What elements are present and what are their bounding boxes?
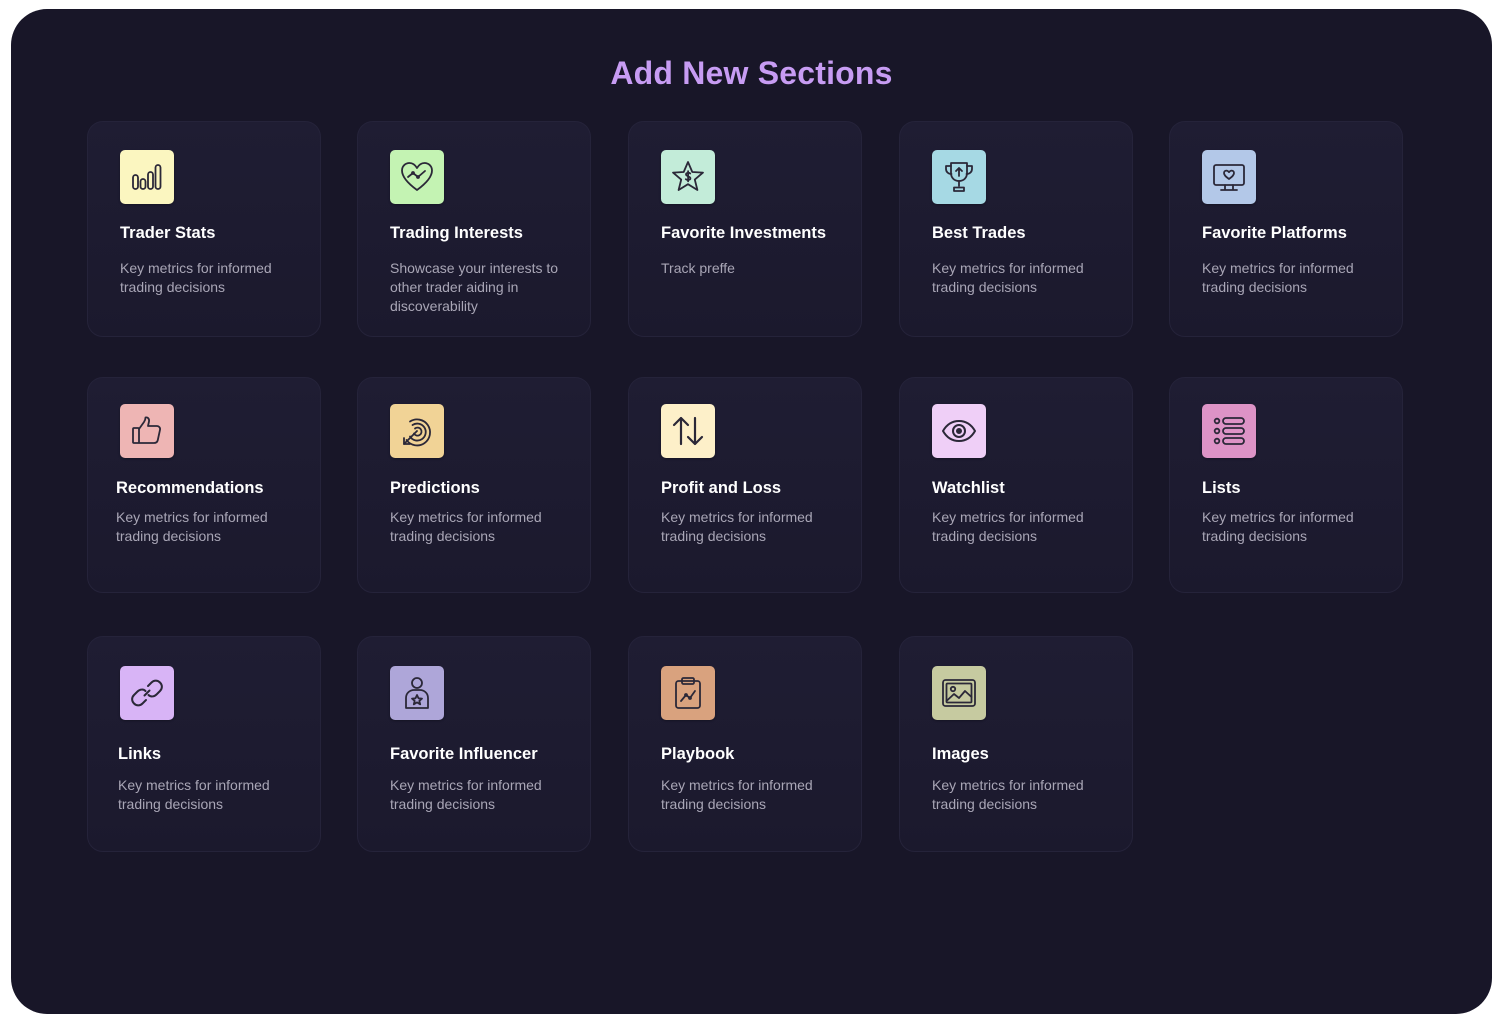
section-card-predictions[interactable]: Predictions Key metrics for informed tra… xyxy=(357,377,591,593)
up-down-arrows-icon xyxy=(661,404,715,458)
section-card-trading-interests[interactable]: Trading Interests Showcase your interest… xyxy=(357,121,591,337)
section-title: Favorite Platforms xyxy=(1202,224,1347,242)
section-description: Key metrics for informed trading decisio… xyxy=(1202,260,1354,295)
section-title: Best Trades xyxy=(932,224,1026,242)
section-title: Playbook xyxy=(661,745,735,763)
image-icon xyxy=(932,666,986,720)
section-description: Showcase your interests to other trader … xyxy=(390,260,559,314)
section-title: Predictions xyxy=(390,479,480,497)
section-title: Lists xyxy=(1202,479,1241,497)
section-description: Key metrics for informed trading decisio… xyxy=(932,509,1084,544)
section-description: Key metrics for informed trading decisio… xyxy=(932,260,1084,295)
section-description: Key metrics for informed trading decisio… xyxy=(1202,509,1354,544)
add-sections-panel: Add New Sections Trader Stats Key metric… xyxy=(11,9,1492,1014)
section-title: Watchlist xyxy=(932,479,1005,497)
section-description: Key metrics for informed trading decisio… xyxy=(390,509,542,544)
list-icon xyxy=(1202,404,1256,458)
link-icon xyxy=(120,666,174,720)
section-card-recommendations[interactable]: Recommendations Key metrics for informed… xyxy=(87,377,321,593)
page-title: Add New Sections xyxy=(610,55,893,91)
person-star-icon xyxy=(390,666,444,720)
eye-icon xyxy=(932,404,986,458)
section-description: Key metrics for informed trading decisio… xyxy=(932,777,1084,812)
section-card-trader-stats[interactable]: Trader Stats Key metrics for informed tr… xyxy=(87,121,321,337)
section-description: Key metrics for informed trading decisio… xyxy=(116,509,268,544)
section-description: Key metrics for informed trading decisio… xyxy=(390,777,542,812)
section-card-playbook[interactable]: Playbook Key metrics for informed tradin… xyxy=(628,636,862,852)
section-description: Key metrics for informed trading decisio… xyxy=(661,777,813,812)
section-description: Key metrics for informed trading decisio… xyxy=(118,777,270,812)
section-title: Links xyxy=(118,745,162,763)
trophy-icon xyxy=(932,150,986,204)
section-title: Trader Stats xyxy=(120,224,216,242)
section-card-favorite-platforms[interactable]: Favorite Platforms Key metrics for infor… xyxy=(1169,121,1403,337)
section-card-watchlist[interactable]: Watchlist Key metrics for informed tradi… xyxy=(899,377,1133,593)
section-card-lists[interactable]: Lists Key metrics for informed trading d… xyxy=(1169,377,1403,593)
section-title: Recommendations xyxy=(116,479,264,497)
section-title: Favorite Investments xyxy=(661,224,827,242)
heart-chart-icon xyxy=(390,150,444,204)
section-description: Track preffe xyxy=(661,260,735,276)
section-title: Profit and Loss xyxy=(661,479,782,497)
section-card-links[interactable]: Links Key metrics for informed trading d… xyxy=(87,636,321,852)
section-card-favorite-investments[interactable]: Favorite Investments Track preffe xyxy=(628,121,862,337)
section-card-profit-and-loss[interactable]: Profit and Loss Key metrics for informed… xyxy=(628,377,862,593)
section-title: Images xyxy=(932,745,989,763)
thumbs-up-icon xyxy=(120,404,174,458)
section-description: Key metrics for informed trading decisio… xyxy=(661,509,813,544)
clipboard-chart-icon xyxy=(661,666,715,720)
section-description: Key metrics for informed trading decisio… xyxy=(120,260,272,295)
bar-chart-icon xyxy=(120,150,174,204)
star-dollar-icon xyxy=(661,150,715,204)
section-card-best-trades[interactable]: Best Trades Key metrics for informed tra… xyxy=(899,121,1133,337)
section-title: Trading Interests xyxy=(390,224,523,242)
section-card-favorite-influencer[interactable]: Favorite Influencer Key metrics for info… xyxy=(357,636,591,852)
monitor-heart-icon xyxy=(1202,150,1256,204)
target-arrow-icon xyxy=(390,404,444,458)
section-title: Favorite Influencer xyxy=(390,745,538,763)
section-card-images[interactable]: Images Key metrics for informed trading … xyxy=(899,636,1133,852)
